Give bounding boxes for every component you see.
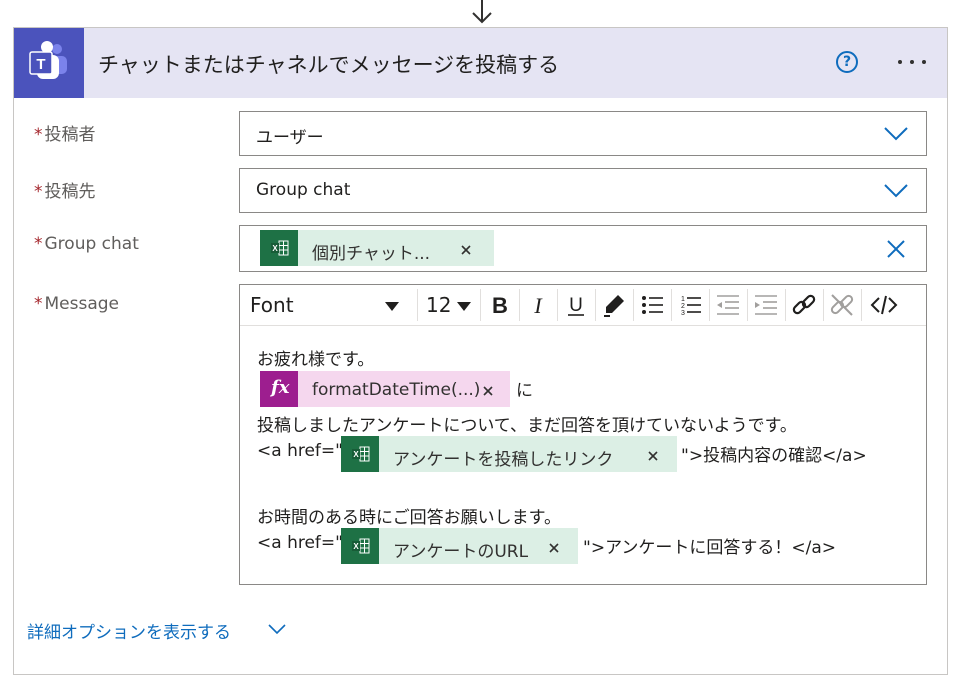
message-link-close: ">アンケートに回答する！</a> <box>583 538 837 558</box>
toolbar-divider <box>595 289 596 321</box>
toolbar-divider <box>671 289 672 321</box>
excel-icon: X <box>341 436 379 472</box>
poster-value: ユーザー <box>256 128 324 148</box>
group-chat-field[interactable]: X 個別チャット... <box>239 225 927 272</box>
remove-token-icon[interactable] <box>482 385 494 397</box>
toolbar-divider <box>861 289 862 321</box>
poster-label-text: 投稿者 <box>44 125 96 145</box>
increase-indent-icon[interactable] <box>752 291 780 319</box>
message-link-open: <a href=" <box>257 441 343 461</box>
survey-url-token-label: アンケートのURL <box>393 542 529 562</box>
numbered-list-icon[interactable]: 123 <box>676 291 704 319</box>
underline-icon[interactable]: U <box>562 291 590 319</box>
italic-icon[interactable]: I <box>524 291 552 319</box>
poster-label: * 投稿者 <box>34 120 96 145</box>
unlink-icon[interactable] <box>828 291 856 319</box>
code-view-icon[interactable] <box>870 291 898 319</box>
font-size-dropdown-icon[interactable] <box>457 302 471 311</box>
svg-text:2: 2 <box>681 303 685 310</box>
remove-token-icon[interactable] <box>548 542 560 554</box>
decrease-indent-icon[interactable] <box>714 291 742 319</box>
toolbar-divider <box>747 289 748 321</box>
show-advanced-options-link[interactable]: 詳細オプションを表示する <box>27 618 231 643</box>
survey-url-token[interactable]: X アンケートのURL <box>341 528 578 564</box>
svg-text:T: T <box>36 56 45 73</box>
group-chat-label-text: Group chat <box>44 234 139 254</box>
toolbar-divider <box>480 289 481 321</box>
message-line-request: お時間のある時にご回答お願いします。 <box>257 508 561 528</box>
toolbar-divider <box>633 289 634 321</box>
toolbar-divider <box>709 289 710 321</box>
font-dropdown-icon[interactable] <box>385 302 399 311</box>
message-link-open: <a href=" <box>257 533 343 553</box>
font-family-select[interactable]: Font <box>250 293 294 317</box>
post-in-label-text: 投稿先 <box>44 182 96 202</box>
svg-text:X: X <box>353 542 359 551</box>
post-in-value: Group chat <box>256 180 351 200</box>
message-line-reminder: 投稿しましたアンケートについて、まだ回答を頂けていないようです。 <box>257 416 797 436</box>
bold-icon[interactable]: B <box>486 291 514 319</box>
svg-text:B: B <box>492 293 508 318</box>
svg-text:X: X <box>272 244 278 253</box>
format-datetime-token[interactable]: fx formatDateTime(...) <box>260 371 510 407</box>
more-options-icon[interactable] <box>892 48 932 74</box>
remove-token-icon[interactable] <box>647 450 659 462</box>
excel-icon: X <box>341 528 379 564</box>
message-label-text: Message <box>44 294 120 314</box>
message-line-greeting: お疲れ様です。 <box>257 350 375 370</box>
expression-fx-icon: fx <box>260 371 298 407</box>
chevron-down-icon[interactable] <box>884 127 908 141</box>
post-in-label: * 投稿先 <box>34 177 96 202</box>
message-fx-suffix: に <box>516 381 533 401</box>
svg-text:1: 1 <box>681 296 685 303</box>
remove-token-icon[interactable] <box>460 244 472 256</box>
bulleted-list-icon[interactable] <box>638 291 666 319</box>
action-title: チャットまたはチャネルでメッセージを投稿する <box>98 53 560 77</box>
toolbar-divider <box>785 289 786 321</box>
survey-post-link-token[interactable]: X アンケートを投稿したリンク <box>341 436 677 472</box>
post-message-action-card: T チャットまたはチャネルでメッセージを投稿する ? * 投稿者 ユーザー * 投稿… <box>13 27 948 675</box>
required-marker: * <box>34 234 43 254</box>
svg-text:U: U <box>569 295 583 316</box>
survey-post-link-token-label: アンケートを投稿したリンク <box>393 450 614 470</box>
editor-toolbar: Font 12 B I U 123 <box>240 285 926 326</box>
message-editor[interactable]: Font 12 B I U 123 お疲れ様です。 fx formatDateT… <box>239 284 927 585</box>
group-chat-label: * Group chat <box>34 234 139 254</box>
toolbar-divider <box>519 289 520 321</box>
font-size-select[interactable]: 12 <box>426 293 451 317</box>
svg-text:X: X <box>353 450 359 459</box>
flow-arrow-down-icon <box>472 0 492 24</box>
help-icon[interactable]: ? <box>836 51 858 73</box>
excel-icon: X <box>260 230 298 266</box>
chevron-down-icon[interactable] <box>268 624 286 635</box>
svg-text:3: 3 <box>681 310 685 317</box>
highlight-icon[interactable] <box>600 291 628 319</box>
toolbar-divider <box>417 289 418 321</box>
chevron-down-icon[interactable] <box>884 184 908 198</box>
group-chat-token-label: 個別チャット... <box>312 244 431 264</box>
poster-dropdown[interactable]: ユーザー <box>239 111 927 156</box>
group-chat-token[interactable]: X 個別チャット... <box>260 230 494 266</box>
clear-field-icon[interactable] <box>886 239 906 259</box>
message-label: * Message <box>34 294 119 314</box>
teams-icon: T <box>14 28 84 98</box>
post-in-dropdown[interactable]: Group chat <box>239 168 927 213</box>
required-marker: * <box>34 182 43 202</box>
message-link-close: ">投稿内容の確認</a> <box>681 446 867 466</box>
action-header[interactable]: T チャットまたはチャネルでメッセージを投稿する ? <box>14 28 947 98</box>
link-icon[interactable] <box>790 291 818 319</box>
toolbar-divider <box>557 289 558 321</box>
svg-text:I: I <box>533 293 543 318</box>
format-datetime-token-label: formatDateTime(...) <box>312 380 481 400</box>
required-marker: * <box>34 294 43 314</box>
toolbar-divider <box>823 289 824 321</box>
required-marker: * <box>34 125 43 145</box>
